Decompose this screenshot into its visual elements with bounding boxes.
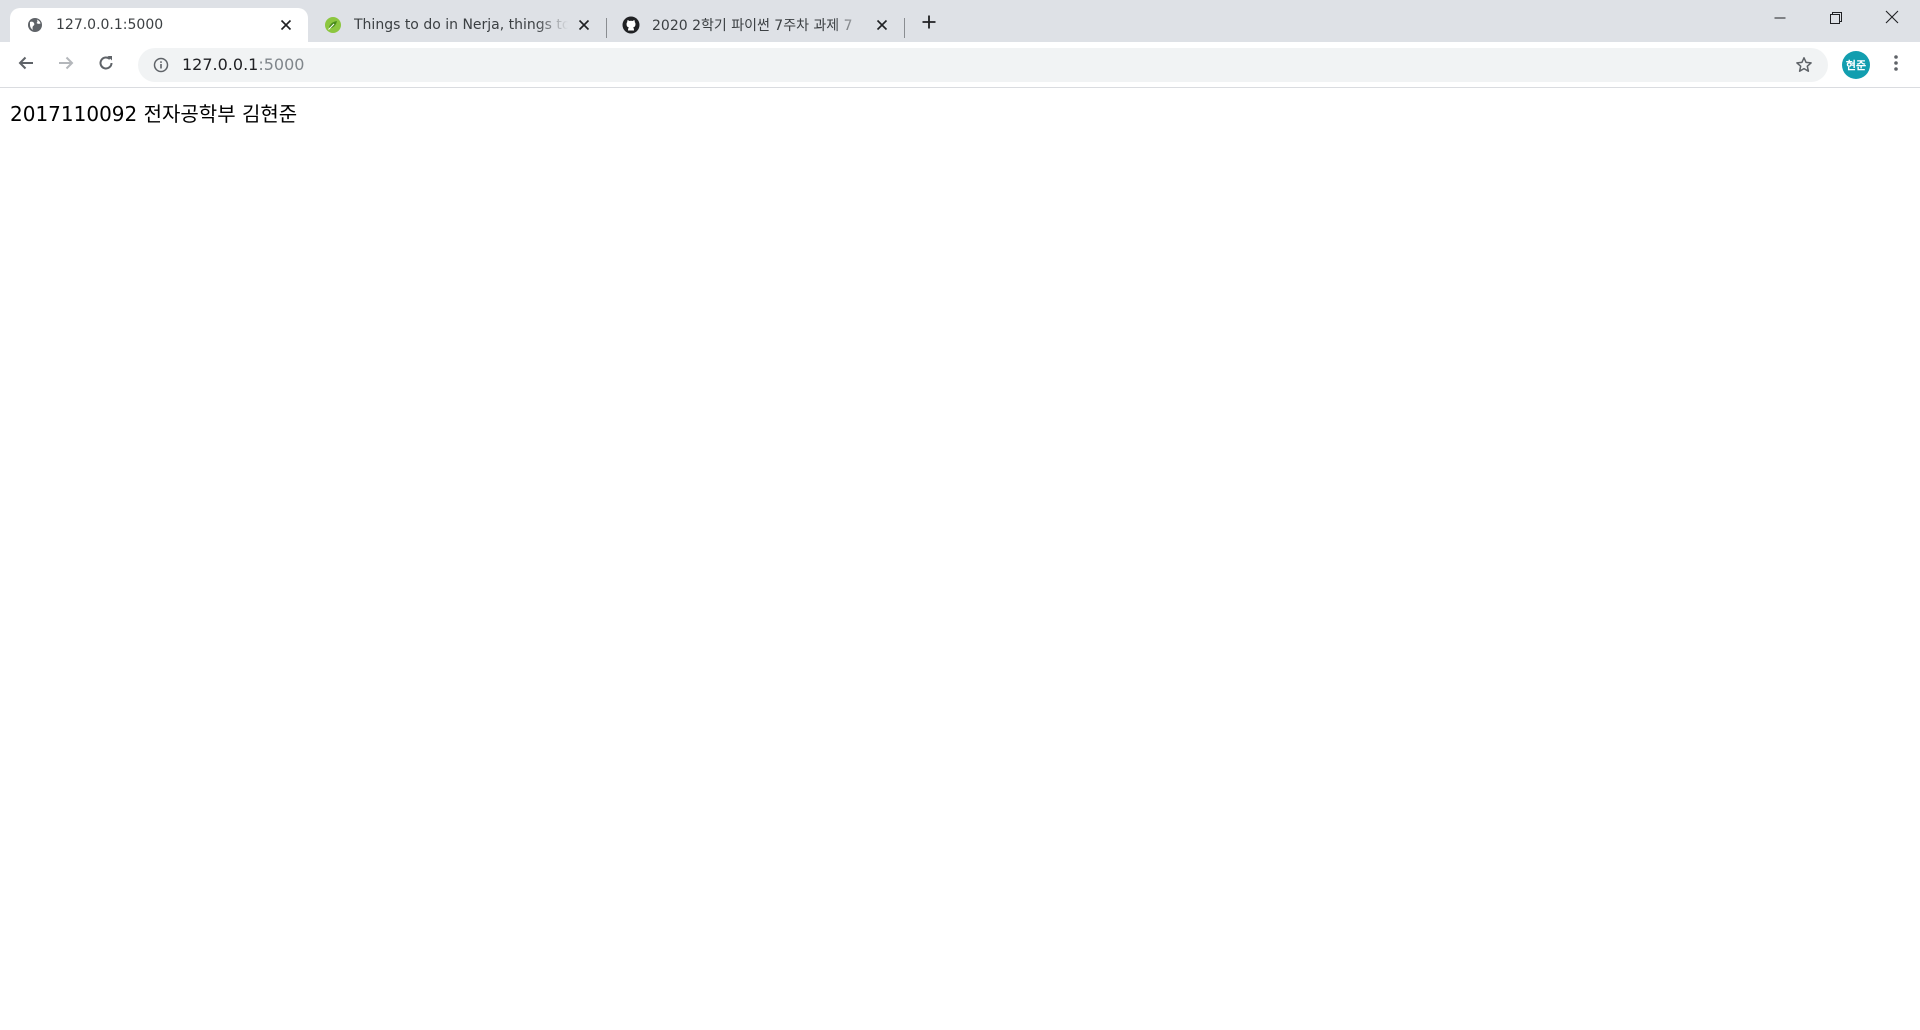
tab-title: 2020 2학기 파이썬 7주차 과제 7: [652, 18, 853, 34]
page-content: 2017110092 전자공학부 김현준: [0, 88, 1920, 137]
reload-icon: [97, 54, 115, 76]
info-icon[interactable]: [152, 56, 170, 74]
github-icon: [622, 16, 640, 34]
globe-icon: [26, 16, 44, 34]
restore-button[interactable]: [1808, 0, 1864, 36]
menu-button[interactable]: [1882, 51, 1910, 79]
leaf-icon: [324, 16, 342, 34]
page-text: 2017110092 전자공학부 김현준: [10, 102, 298, 126]
browser-toolbar: 127.0.0.1:5000 현준: [0, 42, 1920, 88]
window-controls: [1752, 0, 1920, 36]
tab-title: Things to do in Nerja, things to do in N…: [354, 17, 568, 33]
plus-icon: [921, 14, 937, 34]
forward-button[interactable]: [46, 45, 86, 85]
tab-nerja[interactable]: Things to do in Nerja, things to do in N…: [308, 8, 607, 42]
close-tab-icon[interactable]: [574, 15, 594, 35]
back-button[interactable]: [6, 45, 46, 85]
restore-icon: [1830, 9, 1842, 28]
tab-github[interactable]: 2020 2학기 파이썬 7주차 과제 7: [606, 8, 905, 42]
url-text[interactable]: 127.0.0.1:5000: [182, 55, 1790, 74]
profile-avatar[interactable]: 현준: [1842, 50, 1870, 79]
reload-button[interactable]: [86, 45, 126, 85]
close-tab-icon[interactable]: [276, 15, 296, 35]
tab-strip: 127.0.0.1:5000 Things to do in Nerja, th…: [0, 0, 1920, 42]
address-bar[interactable]: 127.0.0.1:5000: [138, 47, 1828, 82]
url-host: 127.0.0.1: [182, 55, 259, 74]
more-vertical-icon: [1893, 54, 1899, 76]
url-port: :5000: [258, 55, 305, 74]
browser-window: 127.0.0.1:5000 Things to do in Nerja, th…: [0, 0, 1920, 1030]
close-window-button[interactable]: [1864, 0, 1920, 36]
arrow-left-icon: [17, 54, 35, 76]
minimize-button[interactable]: [1752, 0, 1808, 36]
minimize-icon: [1774, 9, 1786, 28]
arrow-right-icon: [57, 54, 75, 76]
close-tab-icon[interactable]: [872, 15, 892, 35]
tab-separator: [904, 18, 905, 38]
tab-list: 127.0.0.1:5000 Things to do in Nerja, th…: [0, 0, 905, 42]
new-tab-button[interactable]: [912, 7, 946, 41]
tab-localhost[interactable]: 127.0.0.1:5000: [10, 8, 308, 42]
tab-title: 127.0.0.1:5000: [56, 17, 164, 33]
bookmark-star-icon[interactable]: [1790, 51, 1818, 79]
close-icon: [1885, 9, 1899, 28]
